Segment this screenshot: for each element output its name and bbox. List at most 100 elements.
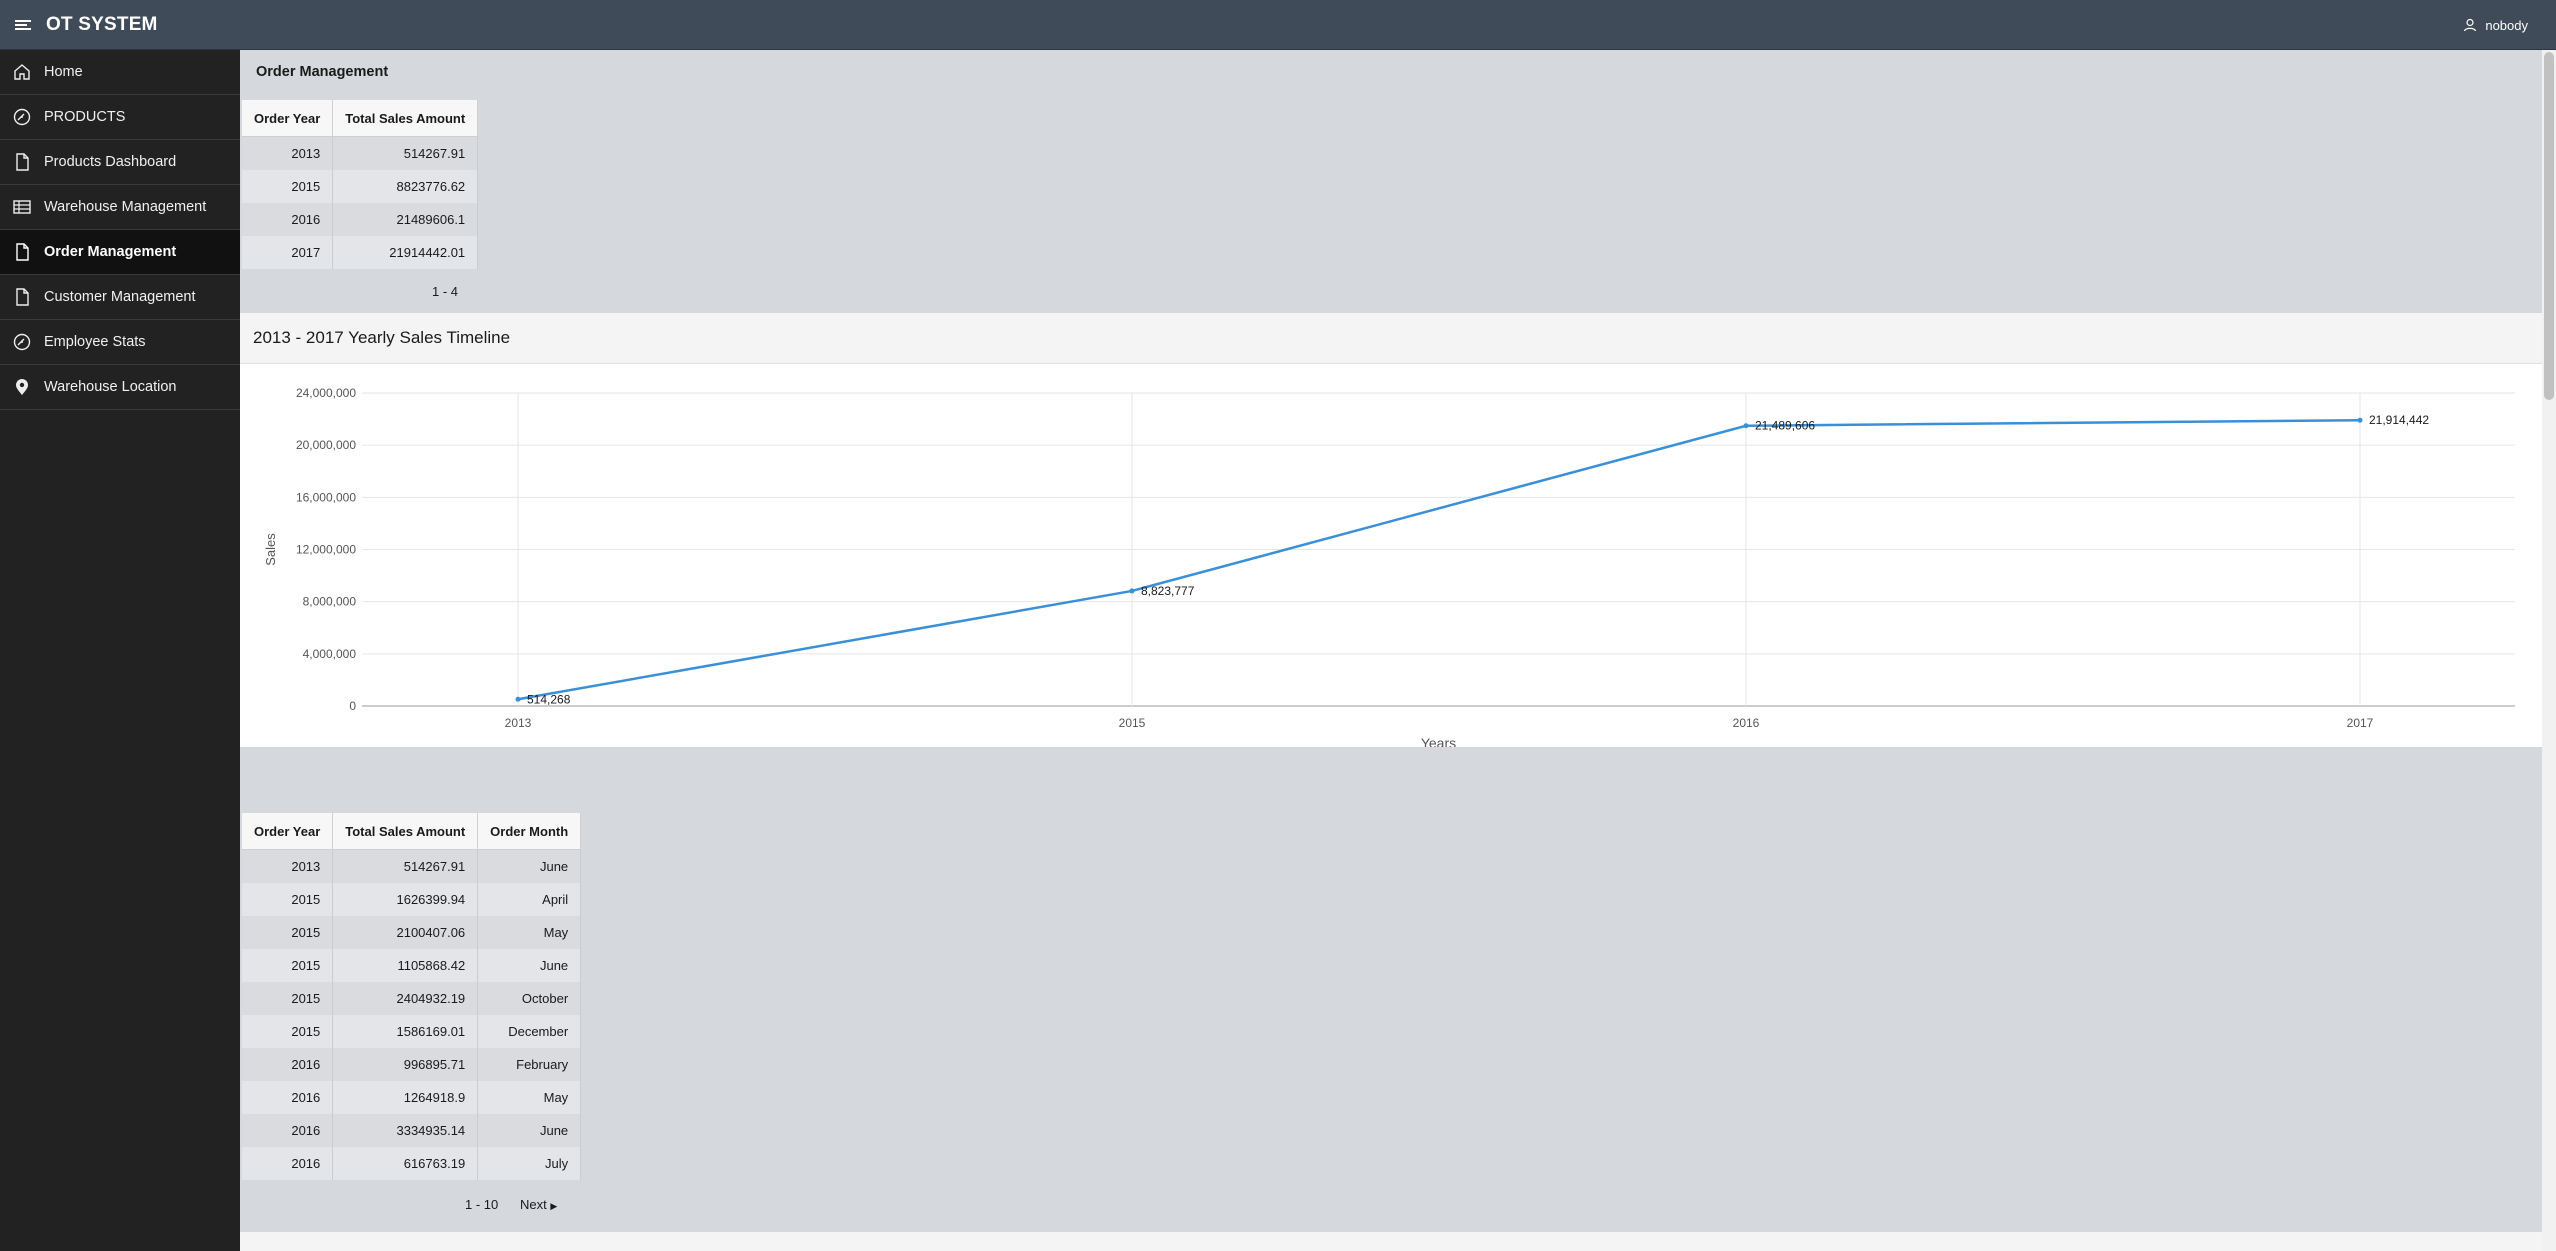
table-row: 2015 1586169.01 December — [242, 1015, 582, 1048]
sidebar-item-label: Order Management — [44, 244, 177, 260]
table-cell: October — [477, 982, 582, 1015]
table-cell: February — [477, 1048, 582, 1081]
y-tick-label: 0 — [349, 699, 356, 713]
table-row: 2016 616763.19 July — [242, 1147, 582, 1180]
table-cell: 2015 — [242, 916, 334, 949]
table-cell: 2404932.19 — [332, 982, 479, 1015]
next-page-link[interactable]: Next ▶ — [520, 1197, 557, 1212]
page-title: Order Management — [256, 64, 389, 80]
hamburger-menu-button[interactable] — [0, 0, 46, 50]
table-cell: 1264918.9 — [332, 1081, 479, 1114]
x-axis-label: Years — [1421, 735, 1456, 747]
y-tick-label: 24,000,000 — [296, 386, 356, 400]
column-header[interactable]: Order Month — [477, 813, 582, 850]
user-icon — [2464, 18, 2477, 32]
table-icon — [13, 200, 31, 214]
table-cell: 2016 — [242, 203, 334, 236]
table-row: 2013 514267.91 — [242, 136, 479, 170]
column-header[interactable]: Order Year — [242, 813, 334, 850]
username-label: nobody — [2485, 17, 2528, 33]
table-cell: 514267.91 — [332, 849, 479, 883]
table-cell: June — [477, 949, 582, 982]
sidebar-item-order-management[interactable]: Order Management — [0, 230, 240, 275]
table-row: 2013 514267.91 June — [242, 849, 582, 883]
hamburger-icon — [15, 19, 31, 30]
x-tick-label: 2015 — [1119, 716, 1146, 730]
table-cell: 2015 — [242, 170, 334, 203]
table-cell: June — [477, 1114, 582, 1147]
document-icon — [16, 243, 29, 261]
x-tick-label: 2013 — [505, 716, 532, 730]
y-tick-label: 8,000,000 — [303, 595, 357, 609]
triangle-right-icon: ▶ — [550, 1201, 558, 1211]
table-cell: 2015 — [242, 982, 334, 1015]
table-cell: 2100407.06 — [332, 916, 479, 949]
sidebar-item-home[interactable]: Home — [0, 50, 240, 95]
table-cell: 1586169.01 — [332, 1015, 479, 1048]
sidebar-item-warehouse-location[interactable]: Warehouse Location — [0, 365, 240, 410]
y-axis-label: Sales — [263, 533, 278, 566]
x-tick-label: 2017 — [2347, 716, 2374, 730]
document-icon — [16, 288, 29, 306]
monthly-sales-table: Order Year Total Sales Amount Order Month … — [242, 813, 582, 1180]
next-label: Next — [520, 1197, 547, 1212]
table-cell: June — [477, 849, 582, 883]
table-cell: 514267.91 — [332, 136, 479, 170]
next-region-header-partial — [240, 1232, 2542, 1251]
column-header[interactable]: Order Year — [242, 100, 334, 137]
data-label: 514,268 — [527, 692, 571, 706]
main-content: Order Management Order Year Total Sales A… — [240, 50, 2542, 1251]
sidebar-item-warehouse-management[interactable]: Warehouse Management — [0, 185, 240, 230]
table-cell: May — [477, 916, 582, 949]
table-cell: 2015 — [242, 1015, 334, 1048]
table-cell: April — [477, 883, 582, 916]
data-label: 8,823,777 — [1141, 584, 1195, 598]
app-title: OT SYSTEM — [46, 13, 158, 35]
data-point — [2357, 417, 2363, 423]
chart-region: 2013 - 2017 Yearly Sales Timeline 0 4,000… — [240, 313, 2542, 747]
gauge-icon — [13, 333, 31, 351]
table-cell: 2017 — [242, 236, 334, 269]
sidebar-item-label: Warehouse Management — [44, 199, 207, 215]
y-tick-label: 4,000,000 — [303, 647, 357, 661]
table-cell: 2015 — [242, 883, 334, 916]
data-point — [1743, 423, 1749, 429]
monthly-pagination: 1 - 10 — [465, 1197, 499, 1212]
table-cell: 2013 — [242, 849, 334, 883]
data-label: 21,914,442 — [2369, 413, 2429, 427]
column-header[interactable]: Total Sales Amount — [332, 813, 479, 850]
sidebar-item-label: PRODUCTS — [44, 109, 126, 125]
table-row: 2017 21914442.01 — [242, 236, 479, 269]
yearly-sales-line-chart: 0 4,000,000 8,000,000 12,000,000 16,000,000 2… — [263, 386, 2515, 747]
table-row: 2015 2100407.06 May — [242, 916, 582, 949]
table-cell: 1626399.94 — [332, 883, 479, 916]
sidebar-item-products-dashboard[interactable]: Products Dashboard — [0, 140, 240, 185]
table-cell: May — [477, 1081, 582, 1114]
sidebar-item-products[interactable]: PRODUCTS — [0, 95, 240, 140]
scrollbar-thumb[interactable] — [2544, 52, 2554, 400]
data-point — [515, 696, 521, 702]
column-header[interactable]: Total Sales Amount — [332, 100, 479, 137]
y-tick-label: 16,000,000 — [296, 490, 356, 504]
top-header: OT SYSTEM nobody — [0, 0, 2556, 50]
table-cell: 2015 — [242, 949, 334, 982]
user-menu[interactable]: nobody — [2463, 0, 2528, 50]
data-label: 21,489,606 — [1755, 419, 1815, 433]
table-cell: 2016 — [242, 1147, 334, 1180]
table-cell: 616763.19 — [332, 1147, 479, 1180]
table-cell: 21914442.01 — [332, 236, 479, 269]
table-row: 2015 2404932.19 October — [242, 982, 582, 1015]
sidebar-item-employee-stats[interactable]: Employee Stats — [0, 320, 240, 365]
table-row: 2015 1105868.42 June — [242, 949, 582, 982]
sidebar-item-customer-management[interactable]: Customer Management — [0, 275, 240, 320]
table-cell: December — [477, 1015, 582, 1048]
table-cell: 996895.71 — [332, 1048, 479, 1081]
sidebar-item-label: Products Dashboard — [44, 154, 177, 170]
document-icon — [16, 153, 29, 171]
table-cell: 8823776.62 — [332, 170, 479, 203]
table-cell: 1105868.42 — [332, 949, 479, 982]
table-row: 2016 1264918.9 May — [242, 1081, 582, 1114]
table-cell: 21489606.1 — [332, 203, 479, 236]
table-row: 2015 8823776.62 — [242, 170, 479, 203]
table-cell: 2016 — [242, 1081, 334, 1114]
